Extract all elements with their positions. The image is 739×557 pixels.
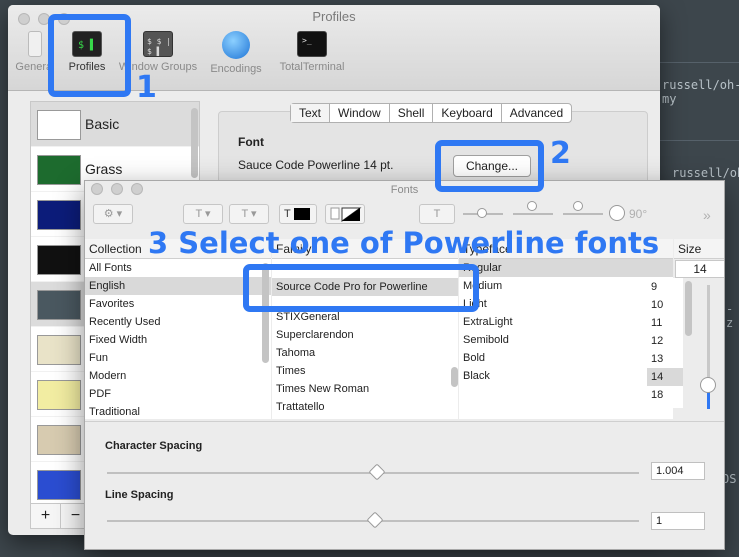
profile-thumbnail [37,155,81,185]
profile-thumbnail [37,245,81,275]
character-spacing-field[interactable]: 1.004 [651,462,705,480]
list-item[interactable]: Times [272,362,458,380]
svg-text:$ $ |: $ $ | [147,37,171,46]
total-terminal-icon: >_ [297,31,327,57]
spacing-area: Character Spacing 1.004 Line Spacing 1 [85,421,724,549]
terminal-line: russell/oh-my [662,78,739,106]
list-item[interactable]: 11 [647,314,683,332]
slider-knob[interactable] [527,201,537,211]
tab-shell[interactable]: Shell [390,104,434,122]
profile-thumbnail [37,290,81,320]
fonts-title: Fonts [390,184,419,196]
slider-knob[interactable] [573,201,583,211]
profile-thumbnail [37,470,81,500]
profile-name: Basic [85,116,120,132]
list-item[interactable]: 9 [647,278,683,296]
list-item[interactable]: Bold [459,349,673,367]
profile-thumbnail [37,425,81,455]
window-groups-icon: $ $ | $ ▌ [143,31,173,57]
list-item[interactable]: Regular [459,259,673,277]
toolbar-totalterminal[interactable]: >_ TotalTerminal [272,31,352,73]
list-item[interactable]: 18 [647,386,683,404]
profile-name: Grass [85,161,123,177]
profile-thumbnail [37,335,81,365]
list-item[interactable]: Traditional [85,403,271,419]
font-heading: Font [238,135,264,149]
annotation-step1: 1 [136,70,157,105]
list-item[interactable]: ExtraLight [459,313,673,331]
document-color-icon[interactable] [325,204,365,224]
toolbar-encodings[interactable]: Encodings [201,31,271,75]
list-item[interactable]: Black [459,367,673,385]
list-item[interactable]: Fun [85,349,271,367]
profile-thumbnail [37,200,81,230]
more-chevron-icon[interactable]: » [703,207,711,223]
toolbar-label: TotalTerminal [279,61,345,73]
terminal-line: -z [726,302,734,330]
globe-icon [222,31,250,59]
shadow-angle-dial[interactable] [609,205,625,221]
highlight-profiles [48,14,131,97]
list-item[interactable]: Superclarendon [272,326,458,344]
divider [660,62,739,63]
list-item[interactable]: 14 [647,368,683,386]
character-spacing-label: Character Spacing [105,440,203,452]
tab-advanced[interactable]: Advanced [502,104,571,122]
shadow-offset-slider[interactable] [563,213,603,215]
underline-icon[interactable]: T ▾ [183,204,223,224]
list-item[interactable]: Modern [85,367,271,385]
svg-text:>_: >_ [302,36,312,45]
action-gear-icon[interactable]: ⚙ ▾ [93,204,133,224]
list-item[interactable]: Recently Used [85,313,271,331]
highlight-powerline-font [243,264,479,312]
size-header: Size [674,239,724,259]
slider-knob[interactable] [368,463,386,481]
list-item[interactable]: Trattatello [272,398,458,416]
tab-keyboard[interactable]: Keyboard [433,104,502,122]
list-item[interactable]: Medium [459,277,673,295]
line-spacing-label: Line Spacing [105,489,174,501]
line-spacing-field[interactable]: 1 [651,512,705,530]
list-item[interactable]: PDF [85,385,271,403]
annotation-step2: 2 [550,136,571,171]
list-item[interactable]: 10 [647,296,683,314]
list-item[interactable]: Fixed Width [85,331,271,349]
size-list[interactable]: 9 10 11 12 13 14 18 [647,278,683,408]
switch-icon [28,31,42,57]
tab-window[interactable]: Window [330,104,390,122]
family-scrollbar[interactable] [451,367,458,387]
tab-text[interactable]: Text [291,104,331,122]
profile-thumbnail [37,110,81,140]
typeface-list[interactable]: Regular Medium Light ExtraLight Semibold… [459,259,673,419]
profile-list-scrollbar[interactable] [191,108,198,178]
size-slider-knob[interactable] [700,377,716,393]
toolbar-label: Encodings [210,63,262,75]
divider [660,140,739,141]
list-item[interactable]: Light [459,295,673,313]
rotation-value: 90° [629,207,648,221]
settings-tabs: Text Window Shell Keyboard Advanced [290,103,573,123]
profile-item-basic[interactable]: Basic [31,102,199,147]
size-field[interactable]: 14 [675,260,724,278]
add-profile-button[interactable]: + [31,504,61,528]
annotation-step3: 3 Select one of Powerline fonts [148,226,660,260]
list-item[interactable]: Semibold [459,331,673,349]
shadow-icon[interactable]: T [419,204,455,224]
svg-text:$ ▌: $ ▌ [147,46,161,56]
size-scrollbar[interactable] [685,281,692,336]
shadow-blur-slider[interactable] [513,213,553,215]
font-value: Sauce Code Powerline 14 pt. [238,158,394,172]
slider-knob[interactable] [477,208,487,218]
list-item[interactable]: 12 [647,332,683,350]
list-item[interactable]: Times New Roman [272,380,458,398]
profile-thumbnail [37,380,81,410]
list-item[interactable]: Tahoma [272,344,458,362]
strikethrough-icon[interactable]: T ▾ [229,204,269,224]
text-color-icon[interactable]: T [279,204,317,224]
slider-knob[interactable] [366,511,384,529]
highlight-change-button [435,140,544,192]
list-item[interactable]: 13 [647,350,683,368]
